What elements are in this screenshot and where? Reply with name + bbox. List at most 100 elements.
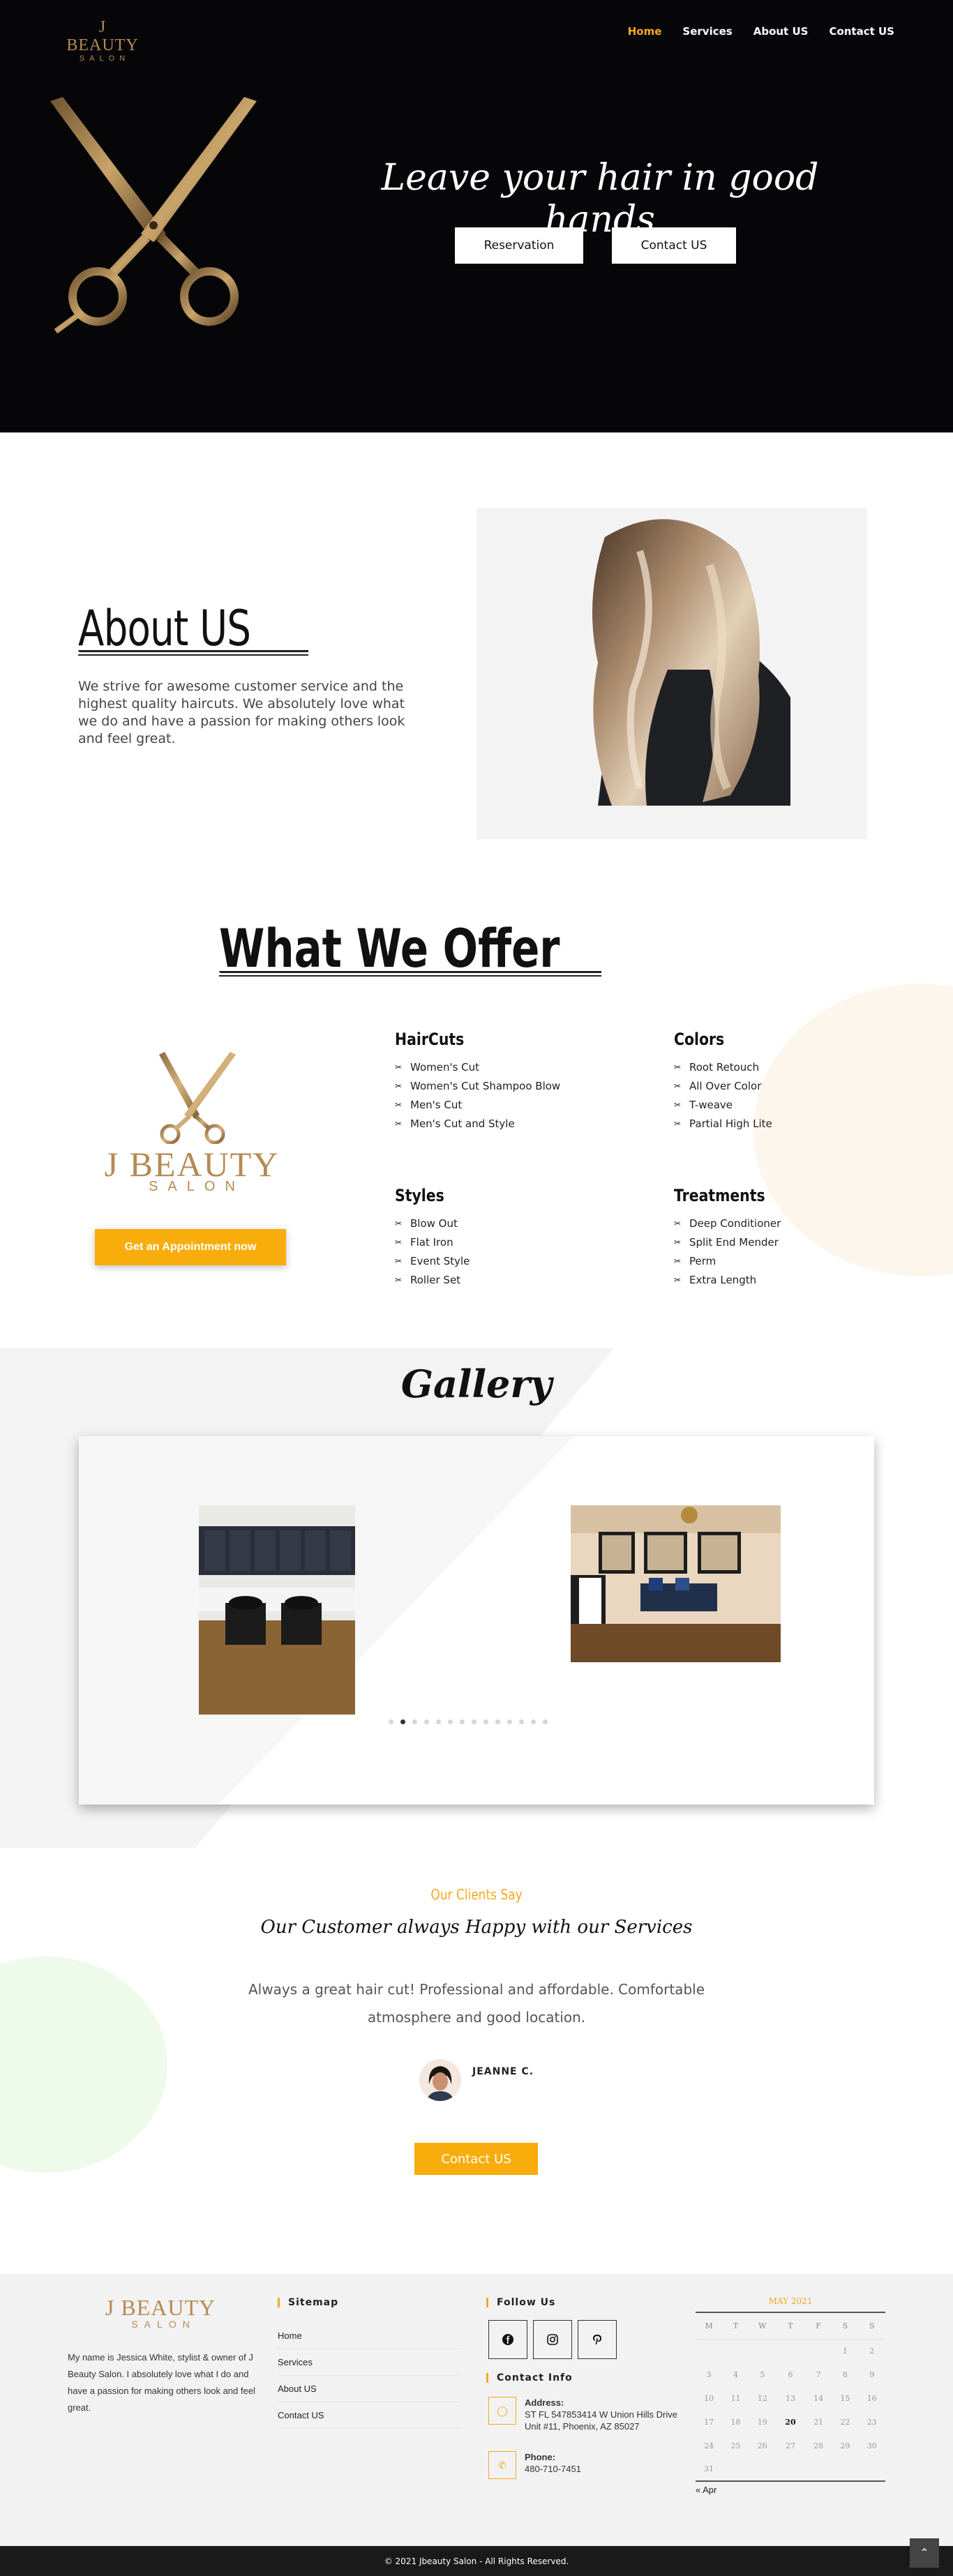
service-item: ✂ Men's Cut and Style — [395, 1114, 604, 1133]
header-logo[interactable]: J BEAUTY SALON — [64, 18, 141, 63]
slider-dot[interactable] — [389, 1719, 393, 1724]
scroll-to-top-button[interactable]: ⌃ — [910, 2538, 939, 2568]
address-label: Address: — [525, 2397, 564, 2408]
service-label: Blow Out — [410, 1217, 458, 1230]
service-item: ✂ Extra Length — [674, 1270, 883, 1289]
service-category-haircuts: HairCuts ✂ Women's Cut ✂ Women's Cut Shamp… — [395, 1030, 604, 1133]
scissors-icon: ✂ — [674, 1118, 682, 1129]
scissors-icon: ✂ — [674, 1218, 682, 1228]
service-label: All Over Color — [689, 1079, 762, 1092]
calendar-weekday: T — [722, 2312, 749, 2340]
calendar-day: 1 — [842, 2346, 848, 2356]
slider-dot[interactable] — [483, 1719, 488, 1724]
social-links — [488, 2320, 617, 2359]
sitemap-link-services[interactable]: Services — [278, 2349, 460, 2376]
gallery-image-shampoo-station[interactable] — [199, 1505, 355, 1715]
calendar-day: 11 — [730, 2393, 741, 2403]
calendar-day: 29 — [840, 2441, 850, 2450]
hero-section: J BEAUTY SALON Home Services About US Co… — [0, 0, 953, 432]
main-nav: Home Services About US Contact US — [607, 25, 894, 38]
slider-dot[interactable] — [412, 1719, 417, 1724]
logo-text: J BEAUTY — [66, 18, 139, 54]
contact-phone: ✆ Phone: 480-710-7451 — [488, 2451, 691, 2479]
calendar-day: 27 — [785, 2441, 795, 2450]
pinterest-button[interactable] — [578, 2320, 617, 2359]
calendar-day — [805, 2457, 832, 2481]
service-label: Deep Conditioner — [689, 1217, 781, 1230]
testimonial-author: JEANNE C. — [472, 2066, 534, 2077]
phone-label: Phone: — [525, 2452, 556, 2462]
location-icon: ◯ — [488, 2397, 516, 2425]
reservation-button[interactable]: Reservation — [455, 227, 583, 264]
scissors-icon: ✂ — [395, 1062, 403, 1072]
about-title: About US — [78, 600, 251, 657]
about-title-underline — [78, 650, 308, 656]
slider-dot[interactable] — [400, 1719, 405, 1724]
slider-dot[interactable] — [448, 1719, 453, 1724]
testimonial-quote: Always a great hair cut! Professional an… — [248, 1981, 705, 2026]
phone-value[interactable]: 480-710-7451 — [525, 2464, 581, 2474]
nav-contact[interactable]: Contact US — [829, 25, 894, 38]
sitemap-link-contact[interactable]: Contact US — [278, 2402, 460, 2429]
service-item: ✂ Blow Out — [395, 1214, 604, 1233]
calendar-day: 12 — [757, 2393, 767, 2403]
calendar-weekday: T — [775, 2312, 805, 2340]
appointment-button[interactable]: Get an Appointment now — [95, 1229, 286, 1265]
calendar-widget: MAY 2021 MTWTFSS 1 2 3 4 5 6 7 8 9 10 11 12 13 14 15 16… — [696, 2296, 885, 2495]
calendar-day: 6 — [788, 2370, 793, 2379]
sitemap-link-about[interactable]: About US — [278, 2376, 460, 2402]
calendar-week: 24 25 26 27 28 29 30 — [696, 2434, 885, 2457]
slider-dot[interactable] — [519, 1719, 524, 1724]
instagram-button[interactable] — [533, 2320, 572, 2359]
service-label: Perm — [689, 1254, 716, 1267]
category-title: HairCuts — [395, 1030, 465, 1049]
calendar-day: 15 — [840, 2393, 850, 2403]
service-label: Flat Iron — [410, 1235, 453, 1249]
calendar-day: 7 — [816, 2370, 821, 2379]
slider-dot[interactable] — [531, 1719, 536, 1724]
gallery-title: Gallery — [400, 1362, 553, 1406]
calendar-day: 13 — [785, 2393, 795, 2403]
slider-dot[interactable] — [436, 1719, 441, 1724]
calendar-day: 21 — [813, 2417, 824, 2427]
calendar-day: 28 — [813, 2441, 824, 2450]
scissors-icon: ✂ — [395, 1274, 403, 1285]
contact-address: ◯ Address: ST FL 547853414 W Union Hills… — [488, 2397, 691, 2432]
scissors-icon: ✂ — [395, 1080, 403, 1091]
service-label: Extra Length — [689, 1273, 757, 1286]
address-value: ST FL 547853414 W Union Hills Drive Unit… — [525, 2409, 677, 2432]
calendar-day — [776, 2339, 805, 2363]
nav-home[interactable]: Home — [628, 25, 662, 38]
decorative-blob — [0, 1957, 167, 2173]
testimonial-contact-button[interactable]: Contact US — [414, 2143, 538, 2175]
category-title: Treatments — [674, 1186, 765, 1205]
slider-dot[interactable] — [495, 1719, 500, 1724]
hero-contact-button[interactable]: Contact US — [612, 227, 736, 264]
phone-icon: ✆ — [488, 2451, 516, 2479]
nav-services[interactable]: Services — [682, 25, 732, 38]
footer-logo[interactable]: J BEAUTY SALON — [105, 2296, 216, 2330]
calendar-week: 3 4 5 6 7 8 9 — [696, 2363, 885, 2386]
slider-dot[interactable] — [424, 1719, 429, 1724]
gallery-image-waiting-area[interactable] — [571, 1505, 781, 1662]
calendar-week: 17 18 19 20 21 22 23 — [696, 2410, 885, 2434]
nav-about[interactable]: About US — [753, 25, 809, 38]
sitemap-link-home[interactable]: Home — [278, 2323, 460, 2349]
calendar-day: 26 — [757, 2441, 767, 2450]
slider-dot[interactable] — [543, 1719, 548, 1724]
testimonials-kicker: Our Clients Say — [430, 1886, 523, 1903]
calendar-day — [859, 2457, 885, 2481]
calendar-weekday: S — [832, 2312, 859, 2340]
slider-dot[interactable] — [472, 1719, 476, 1724]
scissors-icon: ✂ — [395, 1099, 403, 1110]
sitemap-heading: Sitemap — [278, 2298, 338, 2307]
facebook-button[interactable] — [488, 2320, 527, 2359]
avatar — [419, 2059, 461, 2101]
slider-dot[interactable] — [507, 1719, 512, 1724]
calendar-prev-link[interactable]: « Apr — [696, 2485, 885, 2495]
calendar-day — [722, 2457, 749, 2481]
service-item: ✂ Deep Conditioner — [674, 1214, 883, 1233]
calendar-day: 8 — [842, 2370, 848, 2379]
calendar-day — [776, 2457, 805, 2481]
slider-dot[interactable] — [460, 1719, 465, 1724]
